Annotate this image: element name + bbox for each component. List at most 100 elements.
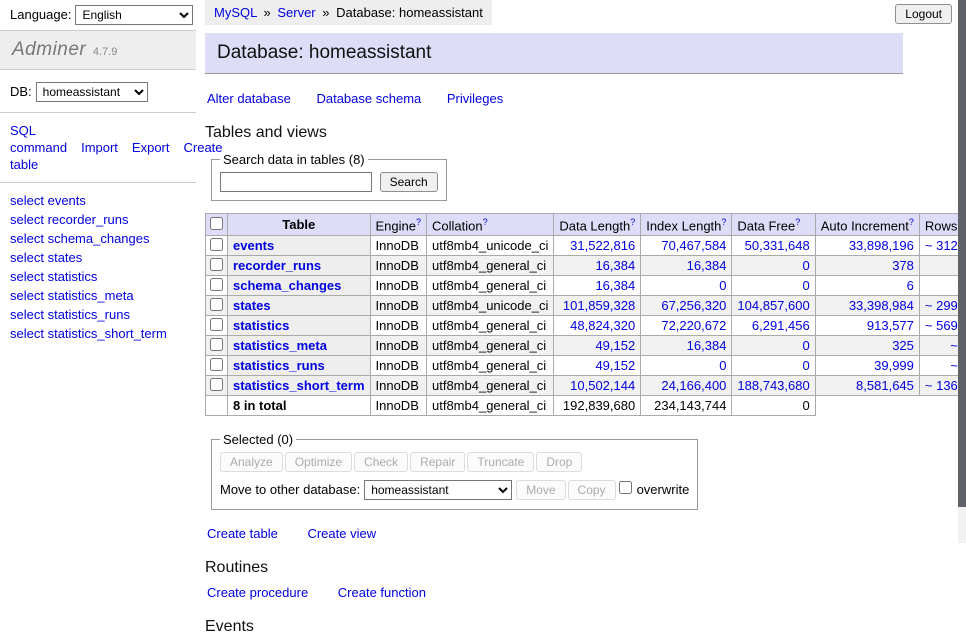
- data-length-link[interactable]: 49,152: [595, 338, 635, 353]
- repair-button[interactable]: Repair: [410, 452, 465, 472]
- auto-increment-link[interactable]: 913,577: [867, 318, 914, 333]
- select-data-link[interactable]: select: [10, 307, 44, 322]
- row-checkbox[interactable]: [210, 358, 223, 371]
- auto-increment-link[interactable]: 6: [907, 278, 914, 293]
- row-checkbox[interactable]: [210, 238, 223, 251]
- data-length-link[interactable]: 16,384: [595, 258, 635, 273]
- help-link[interactable]: ?: [630, 217, 635, 227]
- row-checkbox[interactable]: [210, 378, 223, 391]
- truncate-button[interactable]: Truncate: [467, 452, 534, 472]
- select-all-checkbox[interactable]: [210, 217, 223, 230]
- table-name-link-statistics_meta[interactable]: statistics_meta: [233, 338, 327, 353]
- table-name-link-statistics_runs[interactable]: statistics_runs: [233, 358, 325, 373]
- table-name-link-recorder_runs[interactable]: recorder_runs: [233, 258, 321, 273]
- data-free-link[interactable]: 0: [802, 278, 809, 293]
- select-data-link[interactable]: select: [10, 231, 44, 246]
- create-procedure-link[interactable]: Create procedure: [207, 585, 308, 600]
- create-table-link[interactable]: Create table: [207, 526, 278, 541]
- table-name-link-states[interactable]: states: [233, 298, 271, 313]
- auto-increment-link[interactable]: 8,581,645: [856, 378, 914, 393]
- database-schema-link[interactable]: Database schema: [316, 91, 421, 106]
- help-link[interactable]: ?: [721, 217, 726, 227]
- analyze-button[interactable]: Analyze: [220, 452, 283, 472]
- data-length-link[interactable]: 10,502,144: [570, 378, 635, 393]
- drop-button[interactable]: Drop: [536, 452, 582, 472]
- data-free-link[interactable]: 6,291,456: [752, 318, 810, 333]
- index-length-link[interactable]: 67,256,320: [661, 298, 726, 313]
- sidebar-table-link-events[interactable]: events: [48, 193, 86, 208]
- page-scrollbar[interactable]: [958, 0, 966, 543]
- select-data-link[interactable]: select: [10, 269, 44, 284]
- help-link[interactable]: ?: [909, 217, 914, 227]
- help-link[interactable]: ?: [795, 217, 800, 227]
- move-button[interactable]: Move: [516, 480, 565, 500]
- data-length-link[interactable]: 48,824,320: [570, 318, 635, 333]
- auto-increment-link[interactable]: 39,999: [874, 358, 914, 373]
- select-data-link[interactable]: select: [10, 193, 44, 208]
- sidebar-table-link-schema_changes[interactable]: schema_changes: [48, 231, 150, 246]
- row-checkbox[interactable]: [210, 258, 223, 271]
- index-length-link[interactable]: 0: [719, 278, 726, 293]
- overwrite-label[interactable]: overwrite: [637, 482, 690, 497]
- sidebar-table-link-statistics_runs[interactable]: statistics_runs: [48, 307, 130, 322]
- sidebar-action-sql-command[interactable]: SQL command: [10, 123, 67, 155]
- auto-increment-link[interactable]: 378: [892, 258, 914, 273]
- app-name[interactable]: Adminer: [12, 39, 86, 60]
- table-name-link-schema_changes[interactable]: schema_changes: [233, 278, 341, 293]
- check-button[interactable]: Check: [354, 452, 408, 472]
- row-checkbox[interactable]: [210, 338, 223, 351]
- data-length-link[interactable]: 31,522,816: [570, 238, 635, 253]
- sidebar-table-link-statistics_meta[interactable]: statistics_meta: [48, 288, 134, 303]
- sidebar-table-link-states[interactable]: states: [48, 250, 83, 265]
- select-data-link[interactable]: select: [10, 326, 44, 341]
- sidebar-table-link-statistics_short_term[interactable]: statistics_short_term: [48, 326, 167, 341]
- select-data-link[interactable]: select: [10, 212, 44, 227]
- sidebar-action-export[interactable]: Export: [132, 140, 170, 155]
- copy-button[interactable]: Copy: [568, 480, 616, 500]
- data-length-link[interactable]: 16,384: [595, 278, 635, 293]
- data-free-link[interactable]: 0: [802, 338, 809, 353]
- optimize-button[interactable]: Optimize: [285, 452, 352, 472]
- auto-increment-link[interactable]: 325: [892, 338, 914, 353]
- data-length-link[interactable]: 49,152: [595, 358, 635, 373]
- help-link[interactable]: ?: [416, 217, 421, 227]
- sidebar-table-link-statistics[interactable]: statistics: [48, 269, 98, 284]
- data-free-link[interactable]: 50,331,648: [745, 238, 810, 253]
- table-name-link-statistics_short_term[interactable]: statistics_short_term: [233, 378, 365, 393]
- sidebar-table-link-recorder_runs[interactable]: recorder_runs: [48, 212, 129, 227]
- move-database-select[interactable]: homeassistant: [364, 480, 512, 500]
- row-checkbox[interactable]: [210, 318, 223, 331]
- select-data-link[interactable]: select: [10, 288, 44, 303]
- sidebar-action-import[interactable]: Import: [81, 140, 118, 155]
- overwrite-checkbox[interactable]: [619, 481, 632, 494]
- auto-increment-link[interactable]: 33,398,984: [849, 298, 914, 313]
- index-length-link[interactable]: 70,467,584: [661, 238, 726, 253]
- breadcrumb-server-type-link[interactable]: MySQL: [214, 5, 257, 20]
- breadcrumb-server-link[interactable]: Server: [277, 5, 315, 20]
- search-input[interactable]: [220, 172, 372, 192]
- index-length-link[interactable]: 16,384: [687, 338, 727, 353]
- create-view-link[interactable]: Create view: [307, 526, 376, 541]
- search-button[interactable]: Search: [380, 172, 438, 192]
- data-free-link[interactable]: 104,857,600: [737, 298, 809, 313]
- index-length-link[interactable]: 16,384: [687, 258, 727, 273]
- create-function-link[interactable]: Create function: [338, 585, 426, 600]
- index-length-link[interactable]: 0: [719, 358, 726, 373]
- row-checkbox[interactable]: [210, 278, 223, 291]
- data-free-link[interactable]: 188,743,680: [737, 378, 809, 393]
- data-free-link[interactable]: 0: [802, 358, 809, 373]
- row-checkbox[interactable]: [210, 298, 223, 311]
- table-name-link-statistics[interactable]: statistics: [233, 318, 289, 333]
- table-name-link-events[interactable]: events: [233, 238, 274, 253]
- scrollbar-thumb[interactable]: [958, 0, 966, 507]
- auto-increment-link[interactable]: 33,898,196: [849, 238, 914, 253]
- help-link[interactable]: ?: [483, 217, 488, 227]
- alter-database-link[interactable]: Alter database: [207, 91, 291, 106]
- select-data-link[interactable]: select: [10, 250, 44, 265]
- index-length-link[interactable]: 72,220,672: [661, 318, 726, 333]
- db-select[interactable]: homeassistant: [36, 82, 148, 102]
- data-free-link[interactable]: 0: [802, 258, 809, 273]
- privileges-link[interactable]: Privileges: [447, 91, 503, 106]
- index-length-link[interactable]: 24,166,400: [661, 378, 726, 393]
- data-length-link[interactable]: 101,859,328: [563, 298, 635, 313]
